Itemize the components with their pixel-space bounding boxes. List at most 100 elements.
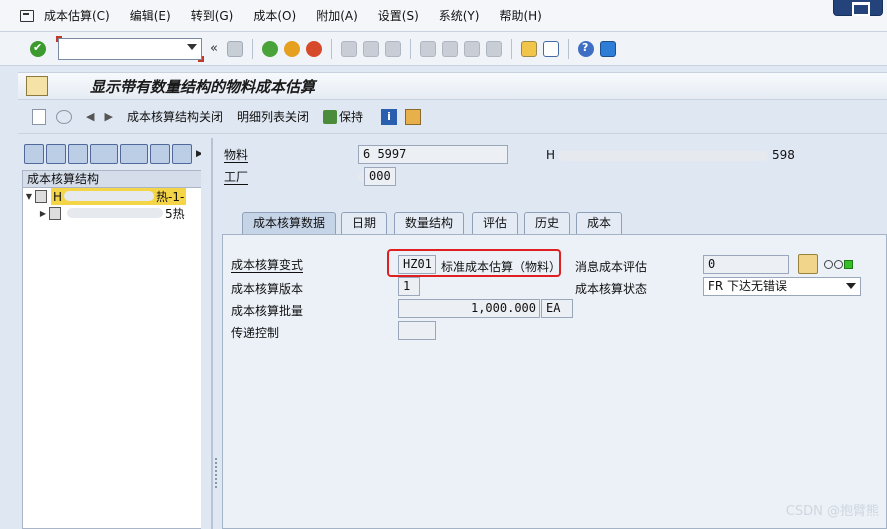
- menu-item-edit[interactable]: 编辑(E): [130, 7, 171, 24]
- redacted-text: [64, 191, 155, 201]
- tab-dates[interactable]: 日期: [341, 212, 388, 234]
- layout-dropdown-icon[interactable]: [120, 144, 148, 164]
- back-icon[interactable]: [261, 40, 278, 57]
- cost-estimate-log-icon[interactable]: [798, 254, 818, 274]
- calculator-icon[interactable]: [150, 144, 170, 164]
- command-field[interactable]: [56, 35, 204, 62]
- tab-quantity-structure[interactable]: 数量结构: [394, 212, 465, 234]
- keep-button[interactable]: 保持: [339, 108, 363, 125]
- previous-page-icon[interactable]: [441, 40, 458, 57]
- tree-row[interactable]: ▼ H 热-1-: [23, 188, 217, 205]
- create-session-icon[interactable]: [520, 40, 537, 57]
- expand-node-icon[interactable]: ▶: [37, 209, 49, 218]
- save-icon[interactable]: [226, 40, 243, 57]
- chevron-down-icon[interactable]: [846, 283, 856, 289]
- costing-lot-size-field: 1,000.000: [398, 299, 540, 318]
- previous-arrow-icon[interactable]: ◀: [86, 110, 94, 123]
- first-page-icon[interactable]: [419, 40, 436, 57]
- toolbar-separator: [251, 38, 253, 59]
- exit-icon[interactable]: [283, 40, 300, 57]
- toolbar-separator: [510, 38, 512, 59]
- tree-node-label: 5热: [65, 205, 185, 222]
- app-menu-icon[interactable]: [20, 9, 34, 22]
- window-restore-button[interactable]: [833, 0, 883, 16]
- transfer-control-field: [398, 321, 436, 340]
- menu-item-extras[interactable]: 附加(A): [316, 7, 358, 24]
- cancel-costing-field: 0: [703, 255, 789, 274]
- collapse-all-icon[interactable]: [46, 144, 66, 164]
- tab-valuation[interactable]: 评估: [472, 212, 519, 234]
- tree-toolbar: ▶: [22, 138, 218, 170]
- menu-item-cost[interactable]: 成本(O): [253, 7, 296, 24]
- menu-item-help[interactable]: 帮助(H): [499, 7, 541, 24]
- menu-item-goto[interactable]: 转到(G): [191, 7, 234, 24]
- costing-status-value: FR 下达无错误: [708, 279, 788, 293]
- transfer-control-label: 传递控制: [231, 326, 280, 340]
- other-cost-estimate-icon[interactable]: [404, 108, 421, 125]
- material-label: 物料: [224, 148, 249, 163]
- tree-node-label: H 热-1-: [51, 188, 187, 205]
- collapse-command-chevron-icon[interactable]: «: [210, 41, 218, 56]
- costing-lot-unit-field: EA: [541, 299, 573, 318]
- highlight-box: [387, 249, 561, 277]
- enter-check-icon[interactable]: [30, 40, 46, 57]
- transaction-icon: [26, 76, 48, 96]
- last-page-icon[interactable]: [485, 40, 502, 57]
- tab-history[interactable]: 历史: [524, 212, 571, 234]
- help-icon[interactable]: [577, 40, 594, 57]
- header-area: 物料 6 5997 H 598 工厂 000: [222, 138, 887, 198]
- material-field: 6 5997: [358, 145, 508, 164]
- menu-item-system[interactable]: 系统(Y): [439, 7, 480, 24]
- command-input[interactable]: [62, 39, 182, 58]
- light-green-icon: [844, 259, 853, 269]
- info-icon[interactable]: i: [380, 108, 397, 125]
- layout-menu-icon[interactable]: [599, 40, 616, 57]
- watermark: CSDN @抱臂熊: [785, 504, 879, 519]
- costing-structure-tree: ▼ H 热-1- ▶ 5热: [22, 188, 218, 529]
- print-tree-dropdown-icon[interactable]: [90, 144, 118, 164]
- tab-costs[interactable]: 成本: [576, 212, 623, 234]
- display-change-icon[interactable]: [56, 109, 72, 124]
- itemization-off-button[interactable]: 明细列表关闭: [237, 108, 309, 125]
- plant-label: 工厂: [224, 170, 249, 185]
- find-next-icon[interactable]: [384, 40, 401, 57]
- light-off-icon: [834, 259, 843, 269]
- next-page-icon[interactable]: [463, 40, 480, 57]
- command-dropdown-icon[interactable]: [187, 43, 197, 50]
- costing-version-field: 1: [398, 277, 420, 296]
- plant-field: 000: [364, 167, 396, 186]
- toolbar-separator: [330, 38, 332, 59]
- standard-toolbar: «: [0, 32, 887, 66]
- splitter-bar: [211, 138, 213, 529]
- export-icon[interactable]: [172, 144, 192, 164]
- page-title: 显示带有数量结构的物料成本估算: [90, 77, 316, 96]
- cancel-icon[interactable]: [305, 40, 322, 57]
- costing-status-dropdown[interactable]: FR 下达无错误: [703, 277, 861, 296]
- next-arrow-icon[interactable]: ▶: [104, 110, 112, 123]
- print-icon[interactable]: [340, 40, 357, 57]
- expand-all-icon[interactable]: [24, 144, 44, 164]
- panel-splitter[interactable]: [201, 138, 221, 529]
- screen-title-bar: 显示带有数量结构的物料成本估算: [18, 72, 887, 100]
- find-tree-icon[interactable]: [68, 144, 88, 164]
- status-lights: [824, 258, 853, 270]
- costing-variant-label: 成本核算变式: [231, 258, 304, 273]
- splitter-grip[interactable]: [215, 458, 217, 488]
- menu-item-settings[interactable]: 设置(S): [378, 7, 419, 24]
- shortcut-icon[interactable]: [542, 40, 559, 57]
- menu-bar: 成本估算(C) 编辑(E) 转到(G) 成本(O) 附加(A) 设置(S) 系统…: [0, 0, 887, 32]
- redacted-text: [67, 208, 163, 218]
- material-node-icon: [49, 207, 61, 220]
- tree-row[interactable]: ▶ 5热: [23, 205, 217, 222]
- costing-structure-off-button[interactable]: 成本核算结构关闭: [127, 108, 223, 125]
- tab-costing-data[interactable]: 成本核算数据: [242, 212, 337, 235]
- find-icon[interactable]: [362, 40, 379, 57]
- light-off-icon: [824, 259, 833, 269]
- toolbar-separator: [567, 38, 569, 59]
- redacted-text: [558, 151, 768, 161]
- cancel-costing-label: 消息成本评估: [575, 260, 648, 274]
- menu-item-costing[interactable]: 成本估算(C): [44, 7, 110, 24]
- collapse-node-icon[interactable]: ▼: [23, 192, 35, 201]
- new-document-icon[interactable]: [32, 108, 46, 125]
- tree-header: 成本核算结构: [22, 170, 218, 188]
